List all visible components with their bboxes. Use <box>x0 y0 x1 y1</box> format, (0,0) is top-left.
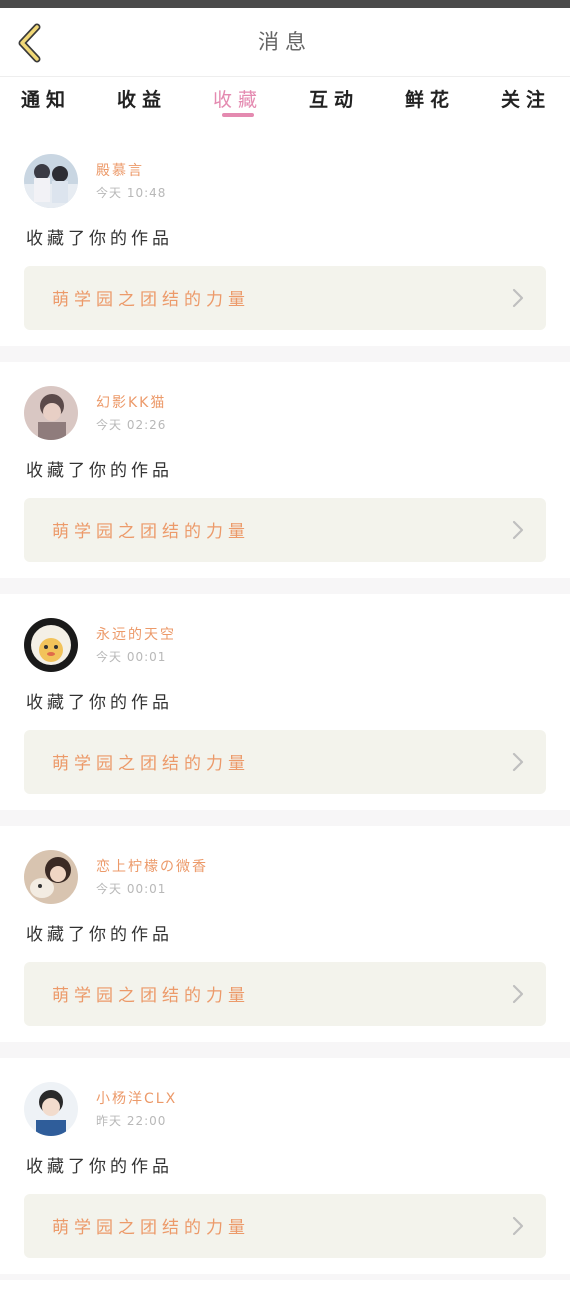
divider <box>0 1274 570 1280</box>
top-bar: 消息 <box>0 8 570 76</box>
avatar[interactable] <box>24 154 78 208</box>
chevron-right-icon <box>512 520 524 540</box>
list-item: 幻影KK猫 今天 02:26 收藏了你的作品 萌学园之团结的力量 <box>0 378 570 594</box>
tab-earnings[interactable]: 收益 <box>102 85 182 112</box>
work-title: 萌学园之团结的力量 <box>52 1218 250 1238</box>
chevron-right-icon <box>512 1216 524 1236</box>
timestamp: 今天 00:01 <box>96 650 167 664</box>
work-title: 萌学园之团结的力量 <box>52 986 250 1006</box>
tab-notice[interactable]: 通知 <box>6 85 86 112</box>
divider <box>0 810 570 826</box>
work-title: 萌学园之团结的力量 <box>52 522 250 542</box>
timestamp: 昨天 22:00 <box>96 1114 167 1128</box>
action-text: 收藏了你的作品 <box>26 1157 173 1177</box>
tab-bar: 通知 收益 收藏 互动 鲜花 关注 <box>0 77 570 125</box>
list-item: 恋上柠檬の微香 今天 00:01 收藏了你的作品 萌学园之团结的力量 <box>0 842 570 1058</box>
list-item: 殿慕言 今天 10:48 收藏了你的作品 萌学园之团结的力量 <box>0 146 570 362</box>
chevron-right-icon <box>512 288 524 308</box>
divider <box>0 346 570 362</box>
user-name[interactable]: 恋上柠檬の微香 <box>96 856 208 876</box>
timestamp: 今天 10:48 <box>96 186 167 200</box>
user-name[interactable]: 永远的天空 <box>96 624 176 644</box>
divider <box>0 578 570 594</box>
active-tab-indicator <box>222 113 254 117</box>
avatar[interactable] <box>24 618 78 672</box>
chevron-right-icon <box>512 984 524 1004</box>
avatar[interactable] <box>24 850 78 904</box>
timestamp: 今天 00:01 <box>96 882 167 896</box>
tab-favorites[interactable]: 收藏 <box>198 85 278 112</box>
status-bar <box>0 0 570 8</box>
work-link[interactable]: 萌学园之团结的力量 <box>24 730 546 794</box>
list-item: 小杨洋CLX 昨天 22:00 收藏了你的作品 萌学园之团结的力量 <box>0 1074 570 1290</box>
work-link[interactable]: 萌学园之团结的力量 <box>24 962 546 1026</box>
avatar[interactable] <box>24 1082 78 1136</box>
divider <box>0 1042 570 1058</box>
action-text: 收藏了你的作品 <box>26 229 173 249</box>
tab-flowers[interactable]: 鲜花 <box>390 85 470 112</box>
chevron-right-icon <box>512 752 524 772</box>
work-link[interactable]: 萌学园之团结的力量 <box>24 1194 546 1258</box>
action-text: 收藏了你的作品 <box>26 693 173 713</box>
work-title: 萌学园之团结的力量 <box>52 290 250 310</box>
list-item: 永远的天空 今天 00:01 收藏了你的作品 萌学园之团结的力量 <box>0 610 570 826</box>
avatar[interactable] <box>24 386 78 440</box>
user-name[interactable]: 幻影KK猫 <box>96 392 166 412</box>
user-name[interactable]: 小杨洋CLX <box>96 1088 177 1108</box>
work-link[interactable]: 萌学园之团结的力量 <box>24 266 546 330</box>
action-text: 收藏了你的作品 <box>26 925 173 945</box>
timestamp: 今天 02:26 <box>96 418 167 432</box>
tab-follow[interactable]: 关注 <box>486 85 566 112</box>
action-text: 收藏了你的作品 <box>26 461 173 481</box>
tab-interaction[interactable]: 互动 <box>294 85 374 112</box>
user-name[interactable]: 殿慕言 <box>96 160 144 180</box>
page-title: 消息 <box>258 30 312 54</box>
work-title: 萌学园之团结的力量 <box>52 754 250 774</box>
work-link[interactable]: 萌学园之团结的力量 <box>24 498 546 562</box>
